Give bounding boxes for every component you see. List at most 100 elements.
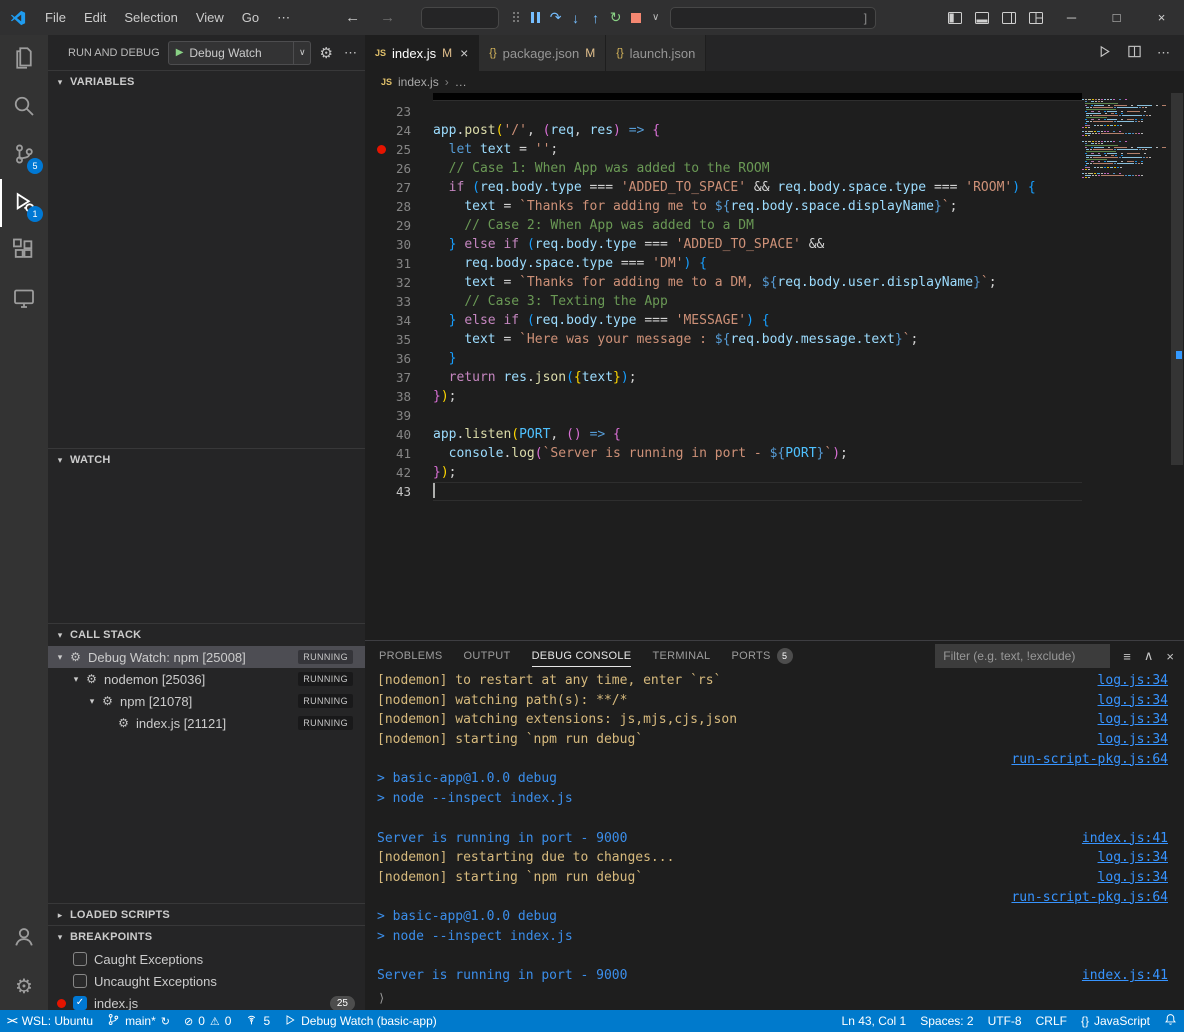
activity-run-and-debug[interactable]: 1 (0, 179, 48, 227)
gutter-line-35[interactable]: 35 (365, 330, 433, 349)
gutter-line-32[interactable]: 32 (365, 273, 433, 292)
chevron-down-icon[interactable]: ∨ (647, 6, 664, 30)
code-line-39[interactable]: 39 (365, 406, 1082, 425)
gutter-line-31[interactable]: 31 (365, 254, 433, 273)
code-line-29[interactable]: 29 // Case 2: When App was added to a DM (365, 216, 1082, 235)
menu-file[interactable]: File (36, 10, 75, 25)
source-link[interactable]: log.js:34 (1098, 730, 1168, 750)
menu-selection[interactable]: Selection (115, 10, 186, 25)
call-stack-session[interactable]: ▾⚙npm [21078]RUNNING (48, 690, 365, 712)
activity-settings[interactable]: ⚙ (0, 962, 48, 1010)
gutter-line-24[interactable]: 24 (365, 121, 433, 140)
code-line-27[interactable]: 27 if (req.body.type === 'ADDED_TO_SPACE… (365, 178, 1082, 197)
code-line-26[interactable]: 26 // Case 1: When App was added to the … (365, 159, 1082, 178)
breakpoint-checkbox[interactable] (73, 952, 87, 966)
breakpoint-checkbox[interactable]: ✓ (73, 996, 87, 1010)
variables-section-header[interactable]: ▾ VARIABLES (48, 71, 365, 93)
source-link[interactable]: log.js:34 (1098, 848, 1168, 868)
step-out-button[interactable]: ↑ (587, 6, 604, 30)
toolbar-drag-handle[interactable] (507, 6, 524, 30)
forward-button[interactable]: → (380, 9, 395, 26)
problems-indicator[interactable]: ⊘ 0 ⚠ 0 (177, 1010, 238, 1032)
code-line-41[interactable]: 41 console.log(`Server is running in por… (365, 444, 1082, 463)
tab-problems[interactable]: PROBLEMS (379, 641, 443, 671)
gutter-line-23[interactable]: 23 (365, 102, 433, 121)
git-branch[interactable]: main* ↻ (100, 1010, 177, 1032)
gutter-line-27[interactable]: 27 (365, 178, 433, 197)
gutter-line-39[interactable]: 39 (365, 406, 433, 425)
tab-ports[interactable]: PORTS 5 (731, 641, 792, 671)
code-line-35[interactable]: 35 text = `Here was your message : ${req… (365, 330, 1082, 349)
breakpoint-row[interactable]: Uncaught Exceptions (48, 970, 365, 992)
command-center[interactable]: ] (670, 7, 876, 29)
customize-layout-icon[interactable] (1022, 0, 1049, 35)
scrollbar-slider[interactable] (1171, 93, 1183, 465)
indentation[interactable]: Spaces: 2 (913, 1010, 980, 1032)
toggle-secondary-sidebar-icon[interactable] (995, 0, 1022, 35)
activity-extensions[interactable] (0, 227, 48, 275)
call-stack-session[interactable]: ▾⚙nodemon [25036]RUNNING (48, 668, 365, 690)
encoding[interactable]: UTF-8 (981, 1010, 1029, 1032)
gutter-line-41[interactable]: 41 (365, 444, 433, 463)
code-line-42[interactable]: 42}); (365, 463, 1082, 482)
maximize-panel-icon[interactable]: ∧ (1144, 648, 1154, 664)
gutter-line-25[interactable]: 25 (365, 140, 433, 159)
activity-remote-explorer[interactable] (0, 275, 48, 323)
source-link[interactable]: log.js:34 (1098, 691, 1168, 711)
gutter-line-38[interactable]: 38 (365, 387, 433, 406)
language-mode[interactable]: {} JavaScript (1074, 1010, 1157, 1032)
code-line-43[interactable]: 43 (365, 482, 1082, 501)
back-button[interactable]: ← (345, 9, 360, 26)
console-filter-input[interactable] (935, 644, 1110, 668)
close-button[interactable]: × (1139, 0, 1184, 35)
breakpoint-row[interactable]: Caught Exceptions (48, 948, 365, 970)
step-into-button[interactable]: ↓ (567, 6, 584, 30)
source-link[interactable]: log.js:34 (1098, 710, 1168, 730)
code-line-31[interactable]: 31 req.body.space.type === 'DM') { (365, 254, 1082, 273)
code-line-36[interactable]: 36 } (365, 349, 1082, 368)
forwarded-ports[interactable]: 5 (238, 1010, 277, 1032)
source-link[interactable]: log.js:34 (1098, 671, 1168, 691)
code-line-24[interactable]: 24app.post('/', (req, res) => { (365, 121, 1082, 140)
tab-terminal[interactable]: TERMINAL (652, 641, 710, 671)
tab-index-js[interactable]: JS index.js M × (365, 35, 479, 71)
activity-search[interactable] (0, 83, 48, 131)
gutter-line-26[interactable]: 26 (365, 159, 433, 178)
menu-edit[interactable]: Edit (75, 10, 115, 25)
gutter-line-43[interactable]: 43 (365, 482, 433, 501)
run-or-debug-icon[interactable] (1097, 44, 1112, 62)
debug-config-dropdown[interactable]: ▶ Debug Watch ∨ (168, 41, 311, 65)
code-line-28[interactable]: 28 text = `Thanks for adding me to ${req… (365, 197, 1082, 216)
views-more-actions-icon[interactable]: ⋯ (344, 45, 357, 61)
activity-explorer[interactable] (0, 35, 48, 83)
menu-go[interactable]: Go (233, 10, 268, 25)
code-line-25[interactable]: 25 let text = ''; (365, 140, 1082, 159)
toggle-sidebar-icon[interactable] (941, 0, 968, 35)
loaded-scripts-section-header[interactable]: ▸ LOADED SCRIPTS (48, 904, 365, 925)
filter-icon[interactable]: ≡ (1123, 649, 1131, 664)
gutter-line-34[interactable]: 34 (365, 311, 433, 330)
gutter-line-42[interactable]: 42 (365, 463, 433, 482)
debug-repl-input[interactable]: ⟩ (365, 986, 1184, 1010)
watch-section-header[interactable]: ▾ WATCH (48, 449, 365, 471)
split-editor-icon[interactable] (1127, 44, 1142, 62)
minimap[interactable] (1082, 93, 1170, 640)
breakpoints-section-header[interactable]: ▾ BREAKPOINTS (48, 926, 365, 948)
close-panel-icon[interactable]: × (1166, 649, 1174, 664)
menu-view[interactable]: View (187, 10, 233, 25)
editor-scrollbar[interactable] (1170, 93, 1184, 640)
code-line-38[interactable]: 38}); (365, 387, 1082, 406)
start-debugging-icon[interactable]: ▶ (176, 47, 184, 58)
minimize-button[interactable]: ─ (1049, 0, 1094, 35)
source-link[interactable]: log.js:34 (1098, 868, 1168, 888)
close-icon[interactable]: × (460, 45, 468, 61)
notifications-bell[interactable] (1157, 1010, 1184, 1032)
call-stack-session[interactable]: ⚙index.js [21121]RUNNING (48, 712, 365, 734)
code-line-37[interactable]: 37 return res.json({text}); (365, 368, 1082, 387)
code-line-30[interactable]: 30 } else if (req.body.type === 'ADDED_T… (365, 235, 1082, 254)
breadcrumb-symbol[interactable]: … (455, 75, 467, 89)
tab-package-json[interactable]: {} package.json M (479, 35, 606, 71)
gutter-line-40[interactable]: 40 (365, 425, 433, 444)
editor-more-actions-icon[interactable]: ⋯ (1157, 45, 1170, 61)
code-line-40[interactable]: 40app.listen(PORT, () => { (365, 425, 1082, 444)
